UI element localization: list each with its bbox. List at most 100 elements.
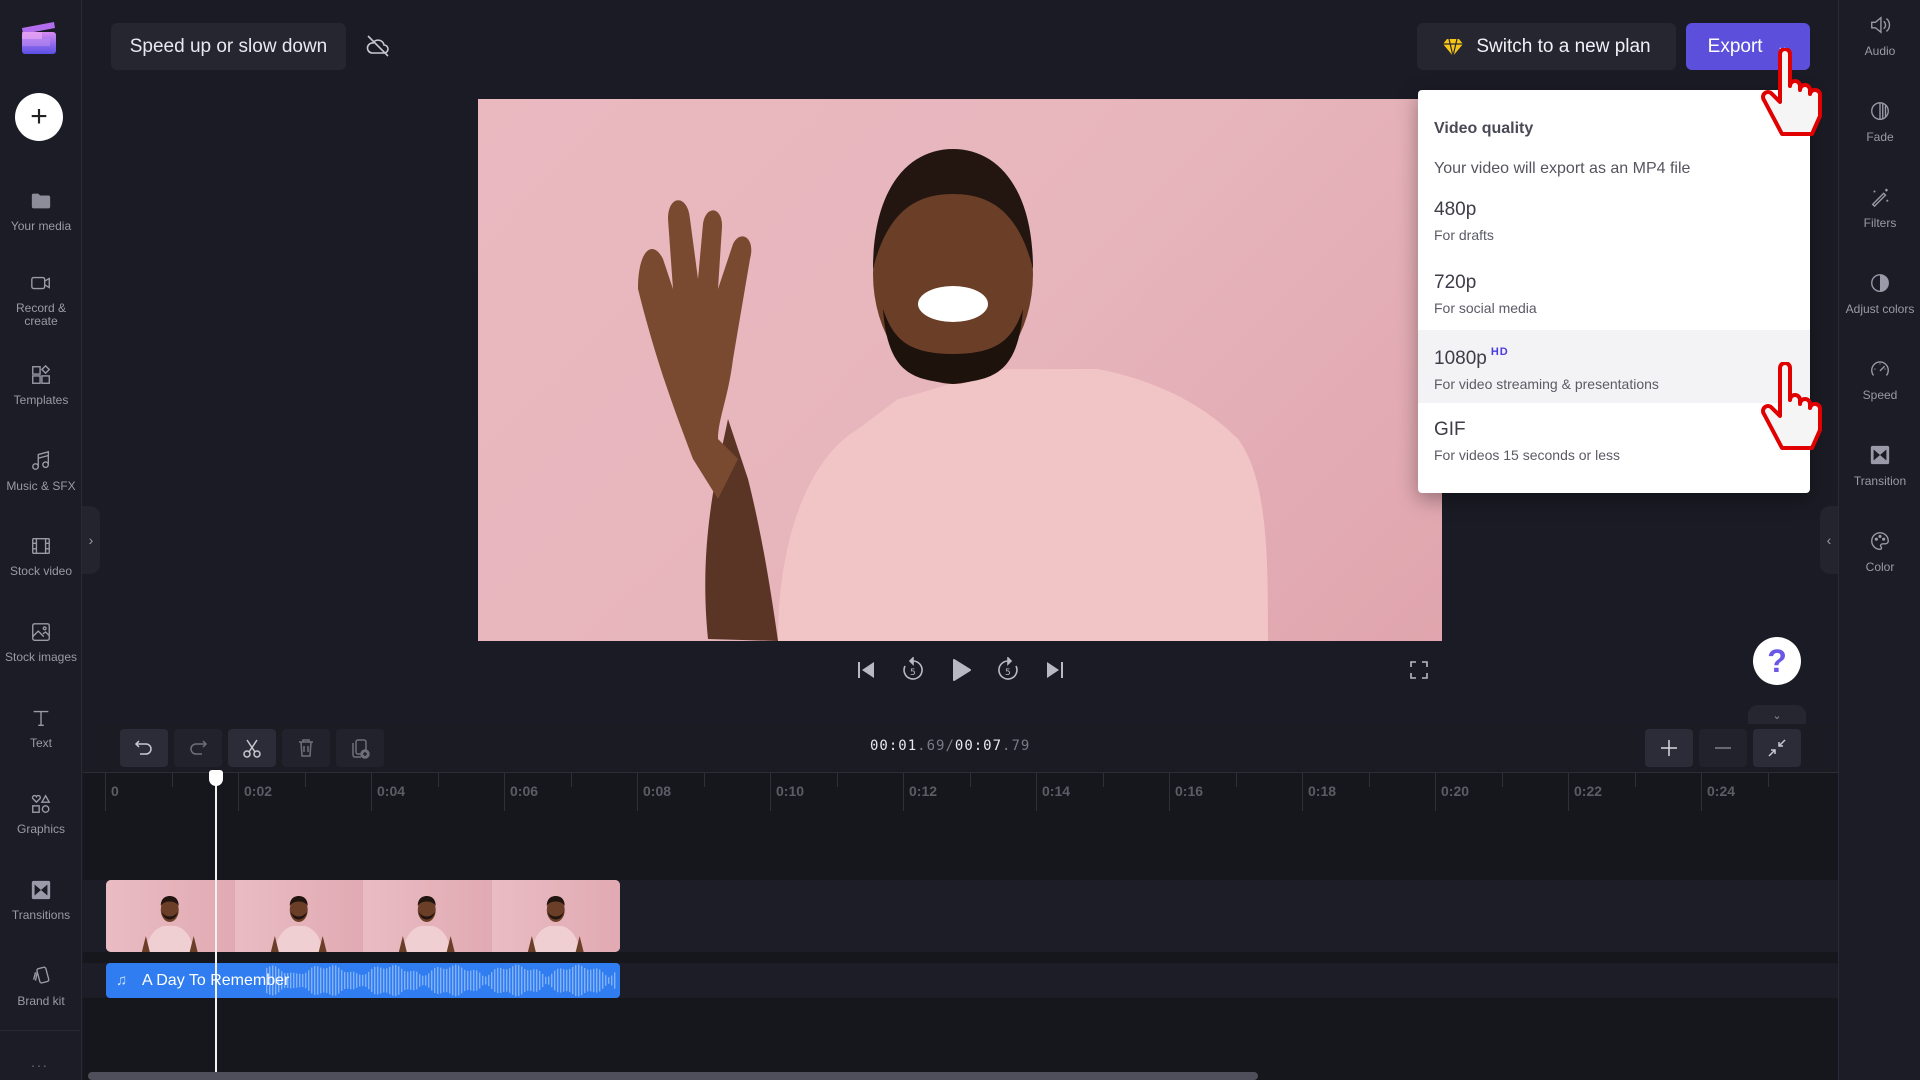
quality-desc: For drafts <box>1434 227 1494 243</box>
waveform-bar <box>383 968 385 993</box>
sidebar-item-stock-images[interactable]: Stock images <box>0 621 82 664</box>
cloud-off-icon[interactable] <box>365 33 391 59</box>
skip-to-start-button[interactable] <box>852 655 882 685</box>
undo-button[interactable] <box>120 729 168 767</box>
waveform-bar <box>323 968 325 993</box>
transition-icon <box>1870 445 1890 465</box>
time-separator: / <box>945 738 955 754</box>
quality-option-1080p[interactable]: 1080p HD For video streaming & presentati… <box>1418 330 1810 403</box>
ruler-minor-tick <box>1634 773 1636 787</box>
app-logo-icon[interactable] <box>20 18 58 56</box>
sidebar-item-transition[interactable]: Transition <box>1839 444 1920 488</box>
plus-icon <box>1661 740 1677 756</box>
waveform-bar <box>566 969 568 992</box>
sidebar-item-label: Stock images <box>4 650 78 664</box>
right-panel-expand-button[interactable]: ‹ <box>1820 506 1838 574</box>
sidebar-item-your-media[interactable]: Your media <box>0 190 82 233</box>
ruler-major-tick <box>1435 773 1436 811</box>
left-panel-expand-button[interactable]: › <box>82 506 100 574</box>
playhead[interactable] <box>215 780 217 1080</box>
ruler-label: 0:02 <box>244 783 273 799</box>
templates-icon <box>32 364 51 384</box>
waveform-bar <box>467 970 469 991</box>
ruler-label: 0:04 <box>377 783 406 799</box>
ruler-minor-tick <box>1368 773 1370 787</box>
sidebar-item-music-sfx[interactable]: Music & SFX <box>0 450 82 493</box>
waveform-bar <box>614 972 616 989</box>
ruler-label: 0:08 <box>643 783 672 799</box>
sidebar-item-adjust-colors[interactable]: Adjust colors <box>1839 272 1920 316</box>
waveform-bar <box>455 964 457 997</box>
duplicate-button[interactable] <box>336 729 384 767</box>
sidebar-item-label: Your media <box>10 219 72 233</box>
export-quality-menu: Video quality Your video will export as … <box>1418 90 1810 493</box>
sidebar-item-record-create[interactable]: Record & create <box>0 272 82 328</box>
ruler-minor-tick <box>1501 773 1503 787</box>
sidebar-item-text[interactable]: Text <box>0 707 82 750</box>
sidebar-item-audio[interactable]: Audio <box>1839 14 1920 58</box>
sidebar-item-filters[interactable]: Filters <box>1839 186 1920 230</box>
sidebar-item-stock-video[interactable]: Stock video <box>0 535 82 578</box>
sidebar-item-color[interactable]: Color <box>1839 530 1920 574</box>
forward-5-button[interactable]: 5 <box>993 655 1023 685</box>
music-icon <box>32 450 50 470</box>
skip-to-end-button[interactable] <box>1039 655 1069 685</box>
ruler-major-tick <box>238 773 239 811</box>
sidebar-item-transitions[interactable]: Transitions <box>0 879 82 922</box>
sidebar-item-brand-kit[interactable]: Brand kit <box>0 965 82 1008</box>
help-button[interactable]: ? <box>1753 637 1801 685</box>
waveform-bar <box>470 970 472 991</box>
waveform-bar <box>482 975 484 986</box>
rewind-5-button[interactable]: 5 <box>898 655 928 685</box>
sidebar-item-label: Graphics <box>16 822 66 836</box>
fullscreen-button[interactable] <box>1404 655 1434 685</box>
waveform-bar <box>512 966 514 995</box>
magic-wand-icon <box>1871 188 1889 208</box>
zoom-out-button[interactable] <box>1699 729 1747 767</box>
waveform-bar <box>599 969 601 992</box>
waveform-bar <box>611 975 613 986</box>
waveform-bar <box>524 968 526 993</box>
fit-to-screen-button[interactable] <box>1753 729 1801 767</box>
add-media-button[interactable]: + <box>15 93 63 141</box>
waveform-bar <box>407 971 409 990</box>
quality-option-720p[interactable]: 720p For social media <box>1418 256 1810 329</box>
waveform-bar <box>515 964 517 997</box>
waveform-bar <box>503 968 505 993</box>
zoom-in-button[interactable] <box>1645 729 1693 767</box>
project-title-input[interactable]: Speed up or slow down <box>111 23 346 70</box>
sidebar-item-fade[interactable]: Fade <box>1839 100 1920 144</box>
sidebar-item-graphics[interactable]: Graphics <box>0 793 82 836</box>
audio-clip[interactable]: ♫ A Day To Remember <box>106 963 620 998</box>
split-button[interactable] <box>228 729 276 767</box>
video-preview[interactable] <box>478 99 1442 641</box>
waveform-bar <box>305 972 307 989</box>
sidebar-item-speed[interactable]: Speed <box>1839 358 1920 402</box>
diamond-icon <box>1443 38 1464 56</box>
timeline-scrollbar[interactable] <box>88 1072 1258 1080</box>
sidebar-item-label: Speed <box>1862 388 1898 402</box>
ruler-major-tick <box>903 773 904 811</box>
playhead-handle[interactable] <box>209 770 223 786</box>
sidebar-item-label: Filters <box>1863 216 1897 230</box>
waveform-bar <box>554 970 556 991</box>
ruler-minor-tick <box>304 773 306 787</box>
play-button[interactable] <box>946 655 976 685</box>
quality-option-gif[interactable]: GIF For videos 15 seconds or less <box>1418 403 1810 476</box>
collapse-timeline-button[interactable]: ⌄ <box>1748 705 1806 725</box>
video-thumbnail <box>491 880 620 952</box>
delete-button[interactable] <box>282 729 330 767</box>
ruler-label: 0:16 <box>1175 783 1204 799</box>
waveform-bar <box>440 967 442 994</box>
timeline-ruler[interactable]: 0 0:02 0:04 0:06 0:08 0:10 0:12 0:14 0:16 0:18 0:2… <box>83 772 1838 812</box>
waveform-bar <box>320 967 322 994</box>
ruler-minor-tick <box>1767 773 1769 787</box>
switch-plan-button[interactable]: Switch to a new plan <box>1417 23 1676 70</box>
video-clip[interactable] <box>106 880 620 952</box>
waveform-bar <box>584 968 586 993</box>
quality-option-480p[interactable]: 480p For drafts <box>1418 183 1810 256</box>
sidebar-item-templates[interactable]: Templates <box>0 364 82 407</box>
redo-button[interactable] <box>174 729 222 767</box>
more-options-button[interactable]: ... <box>0 1054 80 1070</box>
video-thumbnail <box>363 880 492 952</box>
